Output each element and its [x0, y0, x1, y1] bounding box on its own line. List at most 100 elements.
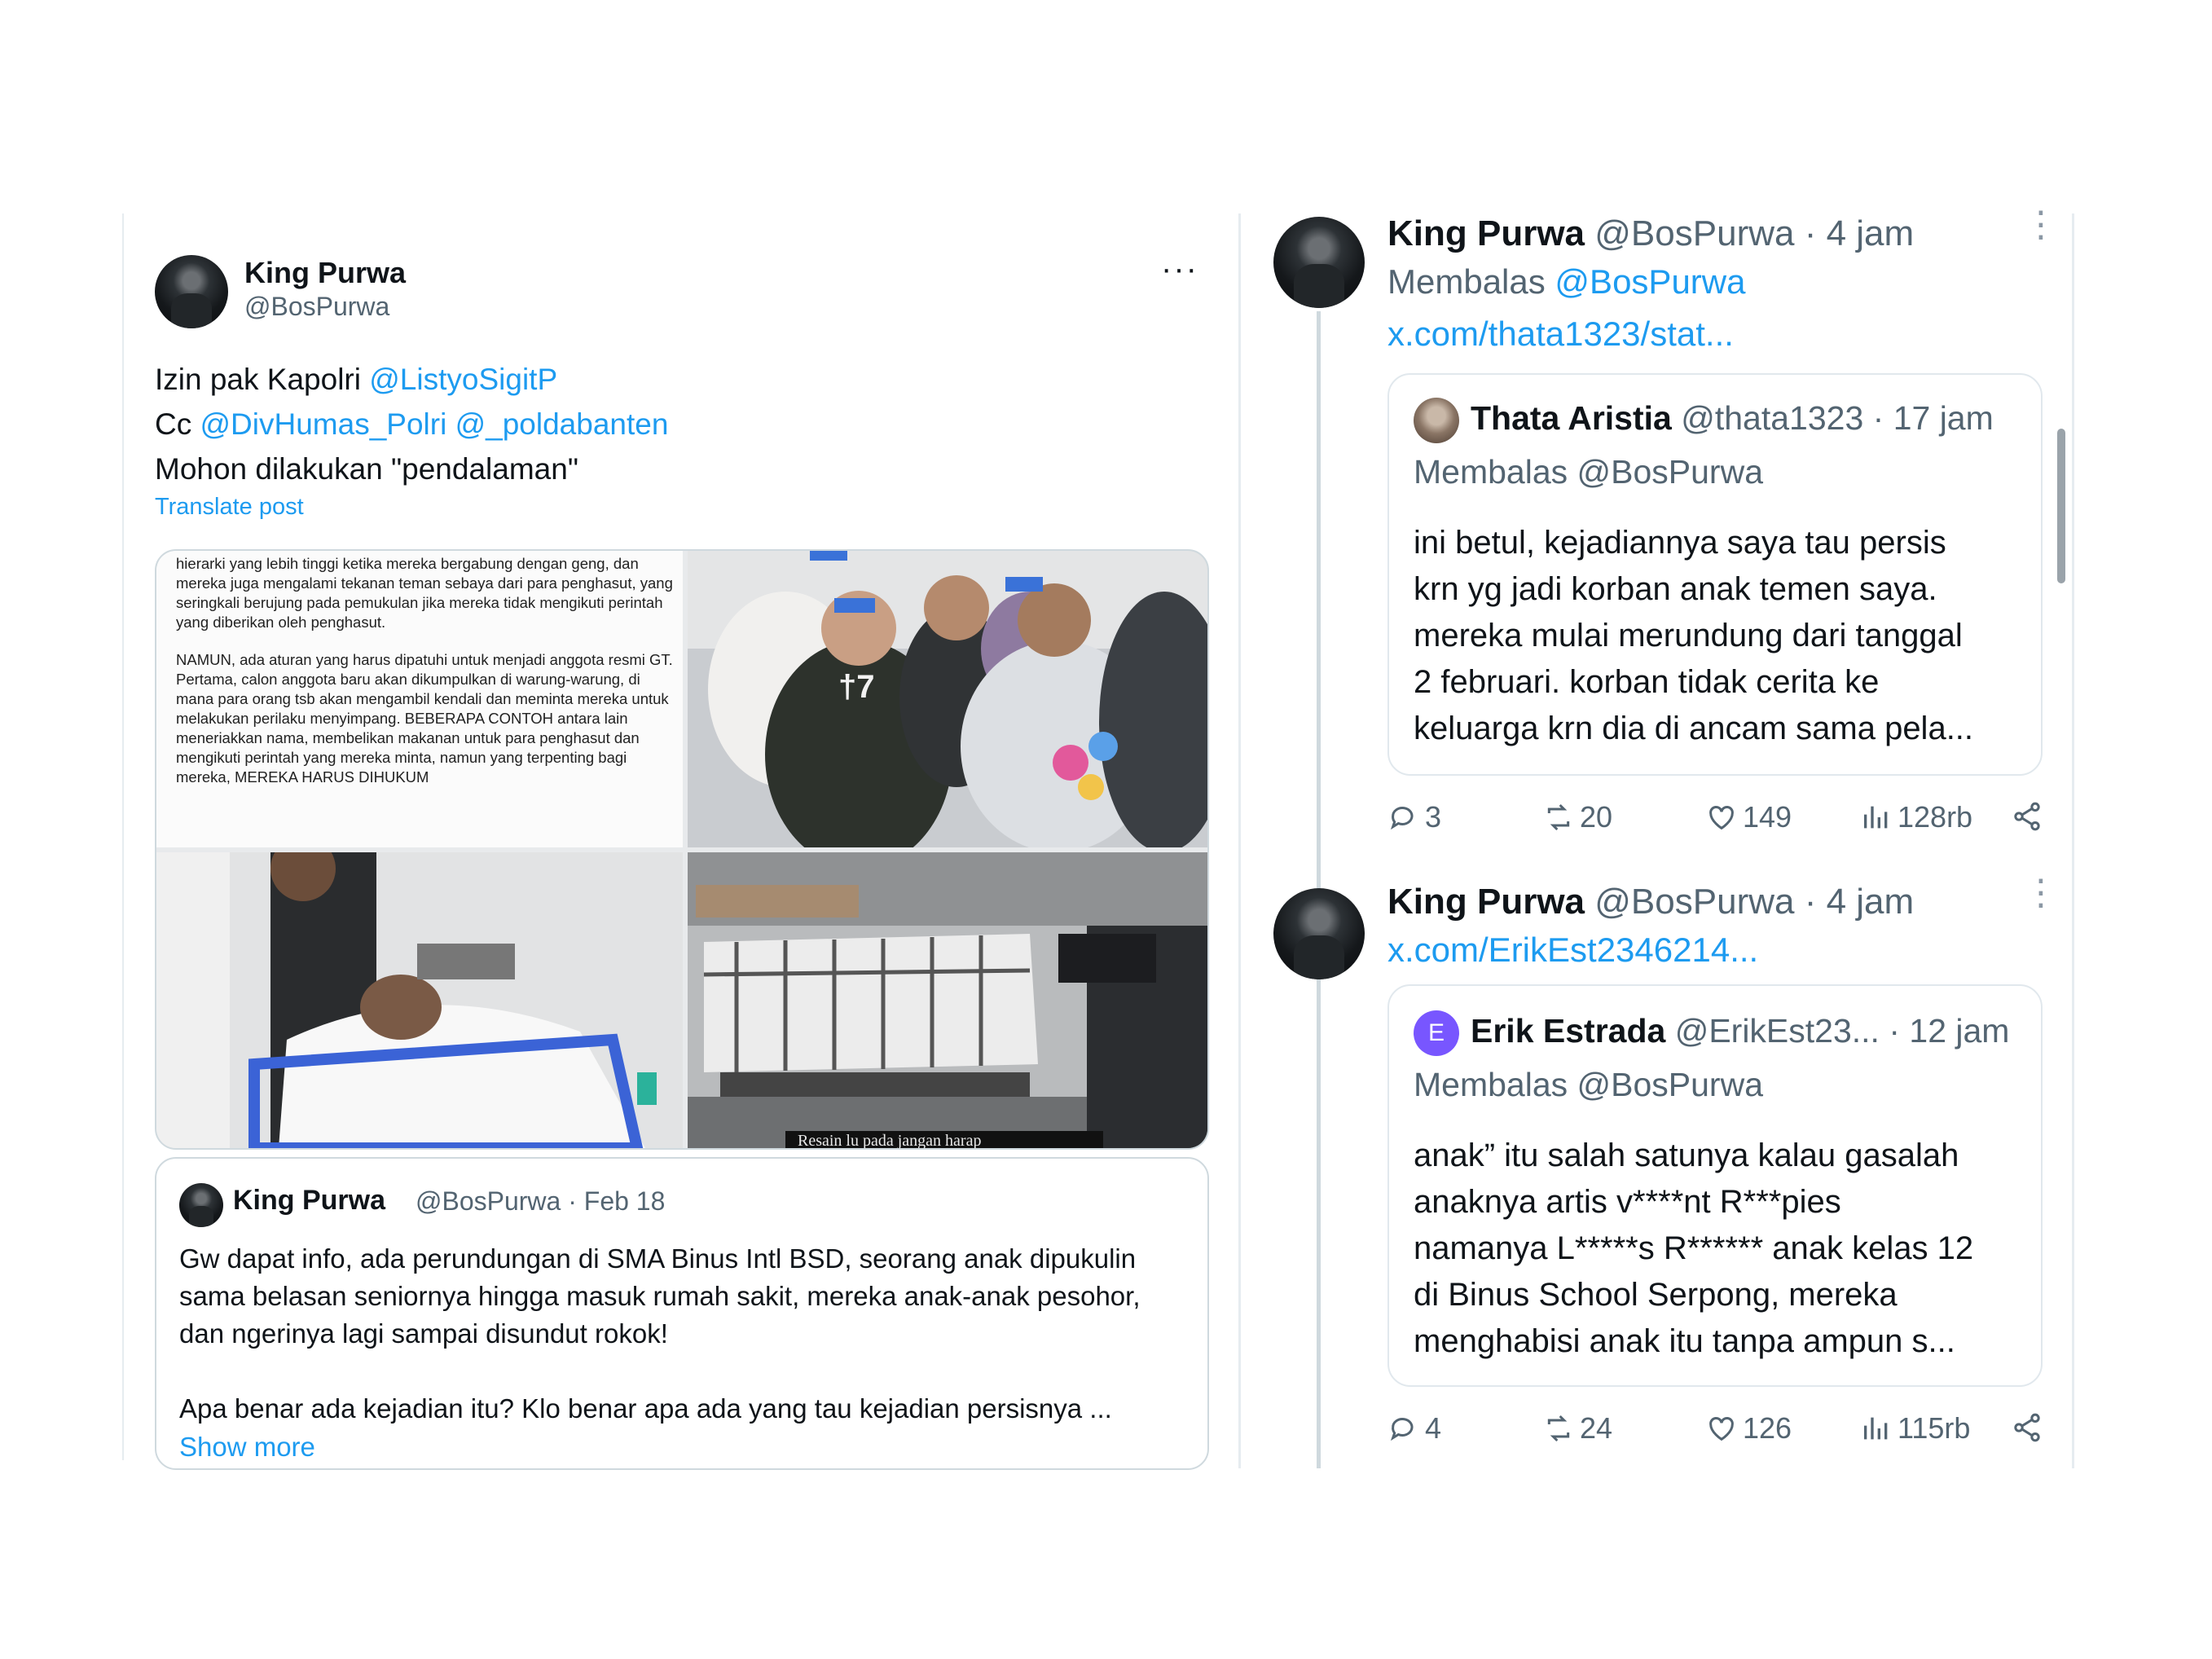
quoted-text: anak” itu salah satunya kalau gasalah an…	[1414, 1133, 2033, 1365]
post-line-text: Mohon dilakukan "pendalaman"	[155, 452, 578, 486]
quoted-author-name[interactable]: King Purwa	[233, 1185, 385, 1217]
like-button[interactable]: 149	[1705, 800, 1792, 834]
replying-to: Membalas @BosPurwa	[1387, 262, 1745, 301]
repost-icon	[1547, 803, 1570, 831]
repost-count: 24	[1580, 1411, 1613, 1445]
quoted-line: namanya L*****s R****** anak kelas 12	[1414, 1230, 1974, 1266]
face-censor-bar	[417, 944, 515, 979]
avatar[interactable]	[155, 255, 228, 328]
post-text: Izin pak Kapolri @ListyoSigitP Cc @DivHu…	[155, 357, 668, 491]
avatar[interactable]	[1414, 398, 1459, 443]
quoted-header: Erik Estrada @ErikEst23... · 12 jam	[1471, 1012, 2010, 1050]
quoted-reply-card[interactable]: E Erik Estrada @ErikEst23... · 12 jam Me…	[1387, 984, 2043, 1387]
quoted-author-handle[interactable]: @thata1323	[1681, 399, 1863, 437]
more-options-icon[interactable]: ⋮	[2023, 875, 2059, 911]
hospital-photo-illustration	[156, 852, 683, 1148]
video-subtitle: Resain lu pada jangan harap	[798, 1132, 981, 1148]
media-hospital-room-photo[interactable]: Resain lu pada jangan harap	[688, 852, 1207, 1148]
author-name[interactable]: King Purwa	[1387, 213, 1585, 253]
replying-to: Membalas @BosPurwa	[1414, 453, 1763, 491]
share-icon	[2014, 1413, 2040, 1442]
reply-header: King Purwa @BosPurwa · 4 jam	[1387, 882, 1915, 922]
quoted-author-name[interactable]: Erik Estrada	[1471, 1012, 1665, 1050]
like-count: 126	[1743, 1411, 1792, 1445]
quoted-post[interactable]: King Purwa @BosPurwa · Feb 18 Gw dapat i…	[155, 1157, 1209, 1470]
share-button[interactable]	[2011, 800, 2048, 833]
mention-link[interactable]: @ListyoSigitP	[369, 363, 557, 396]
quoted-reply-card[interactable]: Thata Aristia @thata1323 · 17 jam Membal…	[1387, 373, 2043, 776]
post-time[interactable]: 4 jam	[1827, 882, 1915, 922]
avatar[interactable]	[1273, 888, 1365, 979]
face-censor-bar	[810, 551, 847, 561]
views-icon	[1864, 806, 1888, 829]
reply-button[interactable]: 3	[1387, 800, 1441, 834]
quoted-line: keluarga krn dia di ancam sama pela...	[1414, 711, 1974, 746]
post-line: Mohon dilakukan "pendalaman"	[155, 447, 668, 491]
heart-icon	[1709, 1417, 1734, 1441]
author-name[interactable]: King Purwa	[1387, 882, 1585, 922]
quoted-author-handle[interactable]: @ErikEst23...	[1675, 1012, 1880, 1050]
document-text: hierarki yang lebih tinggi ketika mereka…	[176, 554, 673, 787]
quoted-author-name[interactable]: Thata Aristia	[1471, 399, 1672, 437]
show-more-link[interactable]: Show more	[179, 1432, 315, 1463]
post-line: Izin pak Kapolri @ListyoSigitP	[155, 357, 668, 402]
views-count: 115rb	[1898, 1411, 1971, 1445]
share-button[interactable]	[2011, 1411, 2048, 1444]
like-button[interactable]: 126	[1705, 1411, 1792, 1446]
author-handle[interactable]: @BosPurwa	[1594, 213, 1794, 253]
reply-button[interactable]: 4	[1387, 1411, 1441, 1446]
views-button[interactable]: 115rb	[1860, 1411, 1970, 1446]
face-censor-bar	[1005, 577, 1043, 592]
post-time[interactable]: 4 jam	[1827, 213, 1915, 253]
quoted-line: mereka mulai merundung dari tanggal	[1414, 618, 1963, 653]
shirt-graphic: †7	[838, 669, 875, 705]
media-grid[interactable]: hierarki yang lebih tinggi ketika mereka…	[155, 549, 1209, 1150]
quoted-text: ini betul, kejadiannya saya tau persis k…	[1414, 520, 2033, 752]
quoted-line: menghabisi anak itu tanpa ampun s...	[1414, 1323, 1955, 1359]
quoted-line: krn yg jadi korban anak temen saya.	[1414, 571, 1937, 607]
avatar[interactable]: E	[1414, 1010, 1459, 1056]
reply-thread: King Purwa @BosPurwa · 4 jam ⋮ Membalas …	[1238, 207, 2074, 1468]
quoted-post-time[interactable]: 17 jam	[1893, 399, 1994, 437]
views-count: 128rb	[1898, 800, 1973, 834]
avatar[interactable]	[179, 1183, 223, 1227]
more-options-icon[interactable]: ···	[1161, 251, 1198, 288]
reply-count: 3	[1425, 800, 1442, 834]
quoted-line: ini betul, kejadiannya saya tau persis	[1414, 525, 1946, 561]
media-hospital-bed-photo[interactable]	[156, 852, 683, 1148]
author-handle[interactable]: @BosPurwa	[1594, 882, 1794, 922]
views-icon	[1864, 1417, 1888, 1440]
post-line-text: Izin pak Kapolri	[155, 363, 370, 396]
author-name[interactable]: King Purwa	[244, 256, 406, 290]
quoted-post-time[interactable]: 12 jam	[1909, 1012, 2009, 1050]
quoted-post-date[interactable]: Feb 18	[584, 1186, 666, 1216]
author-handle[interactable]: @BosPurwa	[244, 292, 389, 322]
quoted-line: anaknya artis v****nt R***pies	[1414, 1184, 1841, 1220]
more-options-icon[interactable]: ⋮	[2023, 207, 2059, 243]
group-photo-illustration: †7	[688, 551, 1207, 847]
reply-count: 4	[1425, 1411, 1442, 1445]
mention-link[interactable]: @BosPurwa	[1555, 262, 1745, 301]
like-count: 149	[1743, 800, 1792, 834]
scrollbar[interactable]	[2057, 429, 2065, 583]
share-icon	[2014, 802, 2040, 831]
repost-button[interactable]: 24	[1542, 1411, 1612, 1446]
views-button[interactable]: 128rb	[1860, 800, 1972, 834]
repost-button[interactable]: 20	[1542, 800, 1612, 834]
quoted-author-handle[interactable]: @BosPurwa	[416, 1186, 561, 1216]
post-link[interactable]: x.com/ErikEst2346214...	[1387, 931, 1758, 970]
action-bar: 3 20 149 128rb	[1387, 800, 2040, 841]
post-link[interactable]: x.com/thata1323/stat...	[1387, 315, 1734, 354]
quoted-line: di Binus School Serpong, mereka	[1414, 1277, 1898, 1313]
heart-icon	[1709, 806, 1734, 830]
mention-link[interactable]: @DivHumas_Polri @_poldabanten	[200, 407, 669, 441]
avatar[interactable]	[1273, 217, 1365, 308]
reply-icon	[1390, 806, 1414, 830]
media-group-photo[interactable]: †7	[688, 551, 1207, 847]
reply-icon	[1390, 1417, 1414, 1441]
media-document-screenshot[interactable]: hierarki yang lebih tinggi ketika mereka…	[156, 551, 683, 847]
quoted-author-meta: @BosPurwa · Feb 18	[416, 1186, 666, 1216]
post-line: Cc @DivHumas_Polri @_poldabanten	[155, 402, 668, 447]
translate-post-link[interactable]: Translate post	[155, 494, 304, 521]
reply-header: King Purwa @BosPurwa · 4 jam	[1387, 213, 1915, 253]
